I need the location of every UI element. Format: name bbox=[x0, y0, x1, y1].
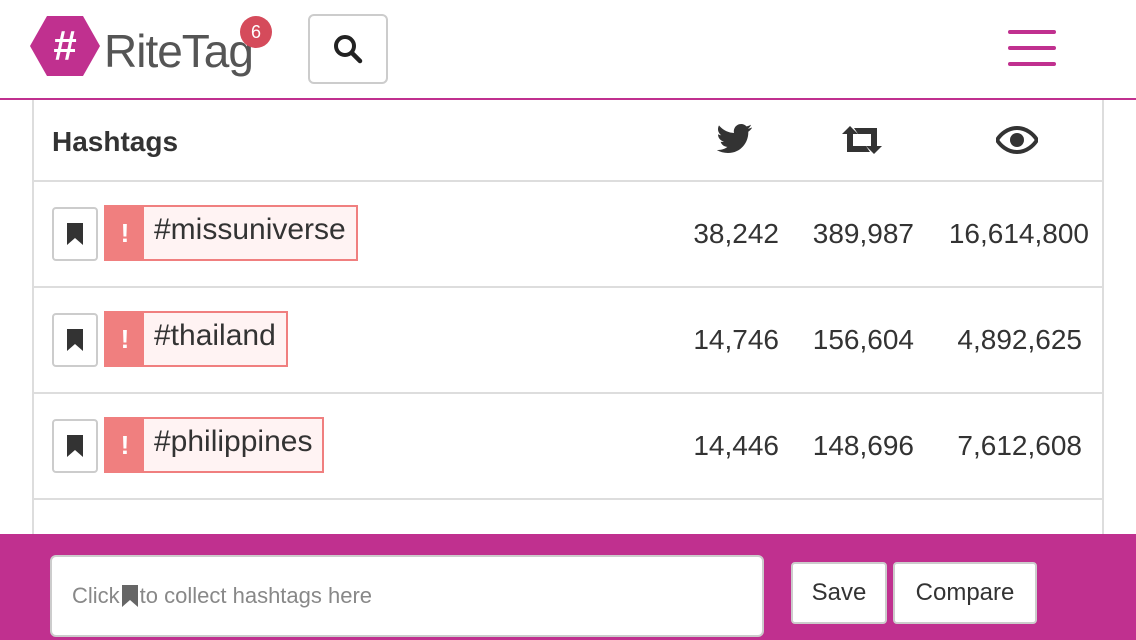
collect-hashtags-field[interactable]: Click to collect hashtags here bbox=[50, 555, 764, 637]
bookmark-icon bbox=[67, 329, 83, 351]
eye-icon bbox=[996, 126, 1038, 154]
ritetag-logo[interactable]: # RiteTag bbox=[30, 14, 270, 84]
twitter-icon bbox=[717, 124, 752, 153]
tweets-count: 38,242 bbox=[693, 218, 779, 249]
alert-icon: ! bbox=[106, 207, 144, 259]
collect-hint-prefix: Click bbox=[72, 583, 120, 608]
table-row: ! #missuniverse 38,242 389,987 16,614,80… bbox=[34, 182, 1102, 288]
hashtag-chip[interactable]: ! #thailand bbox=[104, 311, 288, 367]
save-button[interactable]: Save bbox=[791, 562, 887, 624]
retweet-icon bbox=[842, 126, 882, 154]
hashtag-hex-logo-icon: # bbox=[30, 16, 100, 76]
collect-hint-suffix: to collect hashtags here bbox=[139, 583, 373, 608]
alert-icon: ! bbox=[106, 313, 144, 365]
views-count: 4,892,625 bbox=[957, 324, 1082, 355]
bookmark-button[interactable] bbox=[52, 419, 98, 473]
top-bar: # RiteTag 6 bbox=[0, 0, 1136, 100]
views-count: 16,614,800 bbox=[948, 218, 1089, 249]
bookmark-button[interactable] bbox=[52, 207, 98, 261]
collect-bar: Click to collect hashtags here Save Comp… bbox=[0, 534, 1136, 640]
retweets-count: 148,696 bbox=[812, 430, 914, 461]
notification-badge[interactable]: 6 bbox=[240, 16, 272, 48]
table-row: ! #thailand 14,746 156,604 4,892,625 bbox=[34, 288, 1102, 394]
bookmark-icon bbox=[67, 223, 83, 245]
hashtag-label: #thailand bbox=[154, 319, 276, 352]
bookmark-icon bbox=[121, 585, 138, 607]
menu-bar bbox=[1008, 46, 1056, 50]
bookmark-icon bbox=[67, 435, 83, 457]
tweets-count: 14,746 bbox=[693, 324, 779, 355]
hashtags-column-header: Hashtags bbox=[52, 126, 179, 157]
compare-button[interactable]: Compare bbox=[893, 562, 1037, 624]
alert-icon: ! bbox=[106, 419, 144, 471]
menu-bar bbox=[1008, 62, 1056, 66]
hashtag-label: #missuniverse bbox=[154, 213, 346, 246]
hashtag-chip[interactable]: ! #philippines bbox=[104, 417, 325, 473]
retweets-count: 389,987 bbox=[812, 218, 914, 249]
hashtag-chip[interactable]: ! #missuniverse bbox=[104, 205, 358, 261]
hashtag-label: #philippines bbox=[154, 425, 313, 458]
search-button[interactable] bbox=[308, 14, 388, 84]
tweets-count: 14,446 bbox=[693, 430, 779, 461]
menu-bar bbox=[1008, 30, 1056, 34]
retweets-count: 156,604 bbox=[812, 324, 914, 355]
table-header: Hashtags bbox=[34, 100, 1102, 182]
bookmark-button[interactable] bbox=[52, 313, 98, 367]
hamburger-menu-button[interactable] bbox=[1008, 30, 1056, 66]
svg-text:#: # bbox=[53, 22, 76, 69]
app-name: RiteTag bbox=[104, 25, 254, 77]
hashtag-table: Hashtags ! #missuniverse 38,242 389,987 … bbox=[32, 100, 1104, 540]
table-row: ! #philippines 14,446 148,696 7,612,608 bbox=[34, 394, 1102, 500]
search-icon bbox=[334, 35, 363, 64]
views-count: 7,612,608 bbox=[957, 430, 1082, 461]
